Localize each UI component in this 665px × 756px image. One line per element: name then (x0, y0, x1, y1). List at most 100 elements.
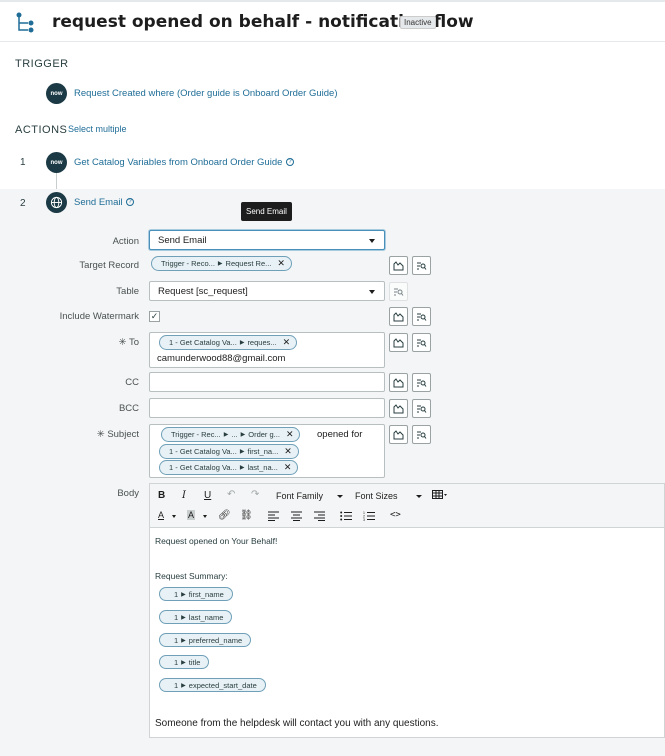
trigger-section-label: TRIGGER (15, 58, 69, 70)
unlink-icon[interactable]: ⛓︎ (240, 510, 253, 521)
actions-section-label: ACTIONS (15, 124, 68, 136)
data-pill-subject[interactable]: Trigger - Rec... ▶ ... ▶ Order g... ✕ (161, 427, 301, 442)
close-icon[interactable]: ✕ (283, 337, 291, 348)
table-select[interactable]: Request [sc_request] (149, 281, 385, 301)
text-color-button[interactable]: A (158, 510, 164, 520)
include-watermark-label: Include Watermark (59, 311, 139, 322)
data-pill-body[interactable]: 1 ▶ title (159, 655, 210, 669)
chevron-down-icon (172, 515, 176, 518)
body-closing-text: Someone from the helpdesk will contact y… (155, 718, 439, 729)
chevron-down-icon (337, 495, 343, 498)
font-family-dropdown[interactable]: Font Family (276, 491, 323, 501)
include-watermark-checkbox[interactable]: ✓ (149, 311, 160, 322)
italic-button[interactable]: I (182, 490, 186, 501)
align-left-icon[interactable] (268, 511, 279, 521)
action-select[interactable]: Send Email (149, 230, 385, 250)
target-record-label: Target Record (79, 260, 139, 271)
data-pill-body[interactable]: 1 ▶ preferred_name (159, 633, 252, 647)
action-number: 1 (20, 157, 26, 168)
data-pill-icon (393, 260, 404, 270)
cc-label: CC (125, 377, 139, 388)
connector-line (56, 173, 57, 189)
data-pill-body[interactable]: 1 ▶ last_name (159, 610, 233, 624)
data-pill-icon (393, 311, 404, 321)
status-badge: Inactive (400, 16, 436, 29)
data-pill-to[interactable]: 1 - Get Catalog Va... ▶ reques... ✕ (159, 335, 298, 350)
data-pill-picker-button[interactable] (389, 373, 408, 392)
close-icon[interactable]: ✕ (277, 258, 285, 269)
trigger-link[interactable]: Request Created where (Order guide is On… (74, 88, 338, 99)
data-pill-icon (393, 403, 404, 413)
help-icon[interactable]: ? (286, 158, 294, 166)
to-label: ✳ To (118, 337, 139, 348)
align-right-icon[interactable] (314, 511, 325, 521)
undo-icon[interactable]: ↶ (227, 489, 235, 500)
numbered-list-icon[interactable]: 123 (363, 511, 375, 521)
reference-picker-button[interactable] (389, 282, 408, 301)
reference-picker-button[interactable] (412, 373, 431, 392)
data-pill-icon (393, 429, 404, 439)
reference-picker-button[interactable] (412, 333, 431, 352)
underline-button[interactable]: U (204, 490, 211, 501)
list-search-icon (417, 431, 427, 439)
body-intro-text: Request opened on Your Behalf! (155, 536, 278, 546)
close-icon[interactable]: ✕ (284, 446, 292, 457)
data-pill-picker-button[interactable] (389, 333, 408, 352)
reference-picker-button[interactable] (412, 399, 431, 418)
help-icon[interactable]: ? (126, 198, 134, 206)
data-pill-picker-button[interactable] (389, 256, 408, 275)
list-search-icon (417, 313, 427, 321)
bold-button[interactable]: B (158, 490, 165, 501)
data-pill-icon (393, 337, 404, 347)
svg-text:3: 3 (363, 518, 365, 521)
chevron-down-icon (369, 239, 375, 243)
flow-icon (16, 12, 34, 33)
list-search-icon (394, 288, 404, 296)
source-code-icon[interactable]: <> (390, 510, 401, 520)
action-number: 2 (20, 198, 26, 209)
data-pill-picker-button[interactable] (389, 399, 408, 418)
bcc-field[interactable] (149, 398, 385, 418)
chevron-down-icon (369, 290, 375, 294)
flow-header: request opened on behalf - notification … (0, 2, 665, 42)
subject-label: ✳ Subject (96, 429, 139, 440)
bullet-list-icon[interactable] (340, 511, 352, 521)
list-search-icon (417, 379, 427, 387)
link-icon[interactable]: 🔗︎ (218, 510, 231, 521)
chevron-down-icon (203, 515, 207, 518)
data-pill-subject[interactable]: 1 - Get Catalog Va... ▶ first_na... ✕ (159, 444, 299, 459)
reference-picker-button[interactable] (412, 425, 431, 444)
close-icon[interactable]: ✕ (284, 462, 292, 473)
cc-field[interactable] (149, 372, 385, 392)
rich-text-toolbar: B I U ↶ ↷ Font Family Font Sizes A A 🔗︎ … (149, 483, 665, 527)
list-search-icon (417, 262, 427, 270)
data-pill-icon (393, 377, 404, 387)
bcc-label: BCC (118, 403, 139, 414)
data-pill-target-record[interactable]: Trigger - Reco... ▶ Request Re... ✕ (151, 256, 292, 271)
table-icon[interactable] (432, 490, 448, 500)
globe-icon (46, 192, 67, 213)
body-summary-label: Request Summary: (155, 571, 228, 581)
font-sizes-dropdown[interactable]: Font Sizes (355, 491, 398, 501)
background-color-button[interactable]: A (187, 510, 196, 520)
action-field-label: Action (112, 236, 139, 247)
select-multiple-link[interactable]: Select multiple (68, 124, 127, 134)
redo-icon[interactable]: ↷ (251, 489, 259, 500)
to-email-text: camunderwood88@gmail.com (157, 353, 286, 364)
data-pill-picker-button[interactable] (389, 307, 408, 326)
body-editor[interactable]: Request opened on Your Behalf! Request S… (149, 527, 665, 738)
close-icon[interactable]: ✕ (286, 429, 294, 440)
action-link-send-email[interactable]: Send Email (74, 197, 123, 208)
reference-picker-button[interactable] (412, 307, 431, 326)
action-link-get-catalog-variables[interactable]: Get Catalog Variables from Onboard Order… (74, 157, 282, 168)
data-pill-body[interactable]: 1 ▶ first_name (159, 587, 233, 601)
align-center-icon[interactable] (291, 511, 302, 521)
data-pill-body[interactable]: 1 ▶ expected_start_date (159, 678, 266, 692)
body-label: Body (117, 488, 139, 499)
data-pill-subject[interactable]: 1 - Get Catalog Va... ▶ last_na... ✕ (159, 460, 299, 475)
chevron-down-icon (416, 495, 422, 498)
list-search-icon (417, 405, 427, 413)
data-pill-picker-button[interactable] (389, 425, 408, 444)
reference-picker-button[interactable] (412, 256, 431, 275)
table-label: Table (116, 286, 139, 297)
